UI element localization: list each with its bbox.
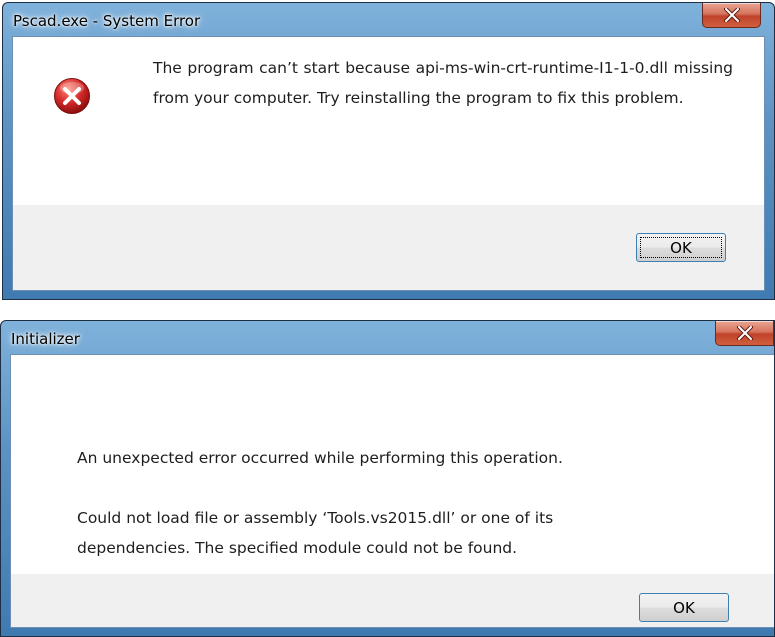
error-details: Could not load file or assembly ‘Tools.v… (77, 509, 554, 557)
error-message: The program can’t start because api-ms-w… (153, 59, 733, 107)
initializer-dialog: Initializer An unexpected error occurred… (0, 320, 775, 637)
message-area: The program can’t start because api-ms-w… (13, 37, 764, 205)
dialog-body: The program can’t start because api-ms-w… (12, 36, 765, 291)
error-icon (54, 78, 90, 114)
system-error-dialog: Pscad.exe - System Error The program can… (2, 2, 775, 300)
ok-button[interactable]: OK (636, 233, 726, 262)
dialog-title: Pscad.exe - System Error (13, 12, 201, 30)
close-button[interactable] (715, 321, 774, 346)
title-bar[interactable]: Initializer (1, 321, 774, 354)
message-area: An unexpected error occurred while perfo… (11, 355, 774, 574)
error-summary: An unexpected error occurred while perfo… (77, 449, 563, 467)
close-icon (737, 326, 753, 340)
close-icon (724, 8, 740, 22)
ok-button-label: OK (673, 598, 695, 617)
focus-rectangle (640, 237, 722, 258)
ok-button[interactable]: OK (639, 593, 729, 622)
close-button[interactable] (702, 3, 761, 28)
dialog-body: An unexpected error occurred while perfo… (10, 354, 774, 628)
dialog-title: Initializer (11, 330, 80, 348)
title-bar[interactable]: Pscad.exe - System Error (3, 3, 774, 36)
